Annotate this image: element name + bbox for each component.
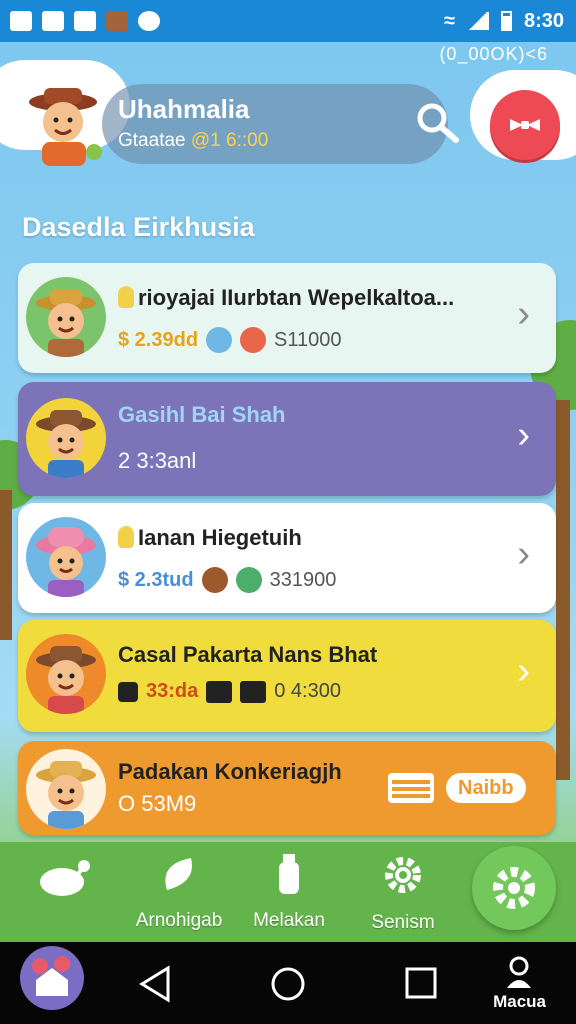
chevron-right-icon[interactable]: › xyxy=(517,414,530,457)
chevron-right-icon[interactable]: › xyxy=(517,293,530,336)
notification-icon xyxy=(10,11,32,31)
tree-trunk-decoration xyxy=(0,490,12,640)
signal-icon xyxy=(466,12,489,30)
settings-fab[interactable] xyxy=(472,846,556,930)
farmer-avatar-icon xyxy=(26,398,106,478)
recents-icon[interactable] xyxy=(404,966,438,1000)
home-app-button[interactable] xyxy=(20,946,84,1010)
bulb-icon xyxy=(118,526,134,548)
image-icon xyxy=(42,11,64,31)
profile-card[interactable]: Uhahmalia Gtaatae @1 6::00 xyxy=(102,84,448,164)
bird-icon xyxy=(40,860,90,896)
gear-icon xyxy=(385,857,421,893)
card-meta: $ 2.3tud 331900 xyxy=(118,567,336,593)
nav-label: Melakan xyxy=(253,910,325,931)
list-item[interactable]: Gasihl Bai Shah 2 3:3anl › xyxy=(18,382,556,496)
home-icon[interactable] xyxy=(270,966,306,1002)
list-item[interactable]: rioyajai IIurbtan Wepelkaltoa... $ 2.39d… xyxy=(18,263,556,373)
card-title: Ianan Hiegetuih xyxy=(118,525,302,551)
card-price: O 53M9 xyxy=(118,791,197,816)
list-icon xyxy=(388,773,434,803)
list-item[interactable]: Ianan Hiegetuih $ 2.3tud 331900 › xyxy=(18,503,556,613)
user-icon[interactable] xyxy=(504,956,534,990)
farmer-avatar-icon xyxy=(26,634,106,714)
card-price: 33:da xyxy=(146,680,199,702)
bars-icon xyxy=(206,680,233,703)
card-price: 2 3:3anl xyxy=(118,448,197,473)
back-icon[interactable] xyxy=(138,964,172,1004)
dog-icon xyxy=(201,567,228,593)
app-screen: ≈ 8:30 (0_00OK)<6 Uhahmalia Gtaatae @1 6… xyxy=(0,0,576,1024)
card-count: 0 4:300 xyxy=(274,680,341,702)
shield-icon xyxy=(74,11,96,31)
header-top-text: (0_00OK)<6 xyxy=(439,44,548,64)
card-title: Padakan Konkeriagjh xyxy=(118,759,342,784)
chevron-right-icon[interactable]: › xyxy=(517,650,530,693)
list-item[interactable]: Padakan Konkeriagjh O 53M9 Naibb xyxy=(18,741,556,835)
bow-icon xyxy=(510,119,540,131)
gear-icon xyxy=(493,867,535,909)
wifi-icon: ≈ xyxy=(443,9,455,32)
calculator-icon xyxy=(240,680,267,703)
chart-icon xyxy=(118,681,138,702)
profile-sub-label: Gtaatae xyxy=(118,130,186,151)
profile-sub-value: @1 6::00 xyxy=(190,130,269,151)
farmer-avatar-icon xyxy=(26,749,106,829)
search-icon[interactable] xyxy=(414,100,460,146)
card-title: rioyajai IIurbtan Wepelkaltoa... xyxy=(118,285,454,311)
farmer-avatar-icon xyxy=(26,277,106,357)
card-price: $ 2.3tud xyxy=(118,568,194,591)
character-icon xyxy=(206,327,233,353)
card-count: 331900 xyxy=(269,568,337,591)
card-title: Casal Pakarta Nans Bhat xyxy=(118,642,378,667)
house-icon xyxy=(235,567,262,593)
house-icon xyxy=(32,956,70,996)
nav-label: Senism xyxy=(371,912,435,933)
nav-item-senism[interactable]: Senism xyxy=(358,852,448,934)
profile-name: Uhahmalia xyxy=(118,94,250,124)
leaf-icon xyxy=(165,858,192,890)
profile-subtitle: Gtaatae @1 6::00 xyxy=(118,130,268,152)
tree-trunk-decoration xyxy=(556,400,570,780)
card-title: Gasihl Bai Shah xyxy=(118,402,286,427)
farmer-avatar-icon xyxy=(26,517,106,597)
farmer-avatar-icon[interactable] xyxy=(20,82,106,168)
account-label: Macua xyxy=(493,992,546,1011)
nav-item-melakan[interactable]: Melakan xyxy=(244,852,334,932)
card-price: $ 2.39dd xyxy=(118,328,199,351)
bottle-icon xyxy=(279,854,299,894)
card-count: S11000 xyxy=(274,328,342,351)
status-bar: ≈ 8:30 xyxy=(0,0,576,42)
chevron-right-icon[interactable]: › xyxy=(517,533,530,576)
battery-icon xyxy=(500,11,512,31)
nav-label: Arnohigab xyxy=(135,910,223,931)
card-meta: $ 2.39dd S11000 xyxy=(118,327,342,353)
nav-item-arnohigab[interactable]: Arnohigab xyxy=(124,852,234,932)
bow-button[interactable] xyxy=(490,90,560,160)
diamond-icon xyxy=(138,11,160,31)
card-action-button[interactable]: Naibb xyxy=(446,773,526,803)
card-meta: 33:da 0 4:300 xyxy=(118,680,341,703)
nav-item-bird[interactable] xyxy=(34,852,98,908)
bulb-icon xyxy=(118,286,134,308)
status-time: 8:30 xyxy=(523,9,564,32)
app-icon xyxy=(106,11,128,31)
section-title: Dasedla Eirkhusia xyxy=(22,212,255,242)
house-icon xyxy=(240,327,267,353)
list-item[interactable]: Casal Pakarta Nans Bhat 33:da 0 4:300 › xyxy=(18,620,556,732)
